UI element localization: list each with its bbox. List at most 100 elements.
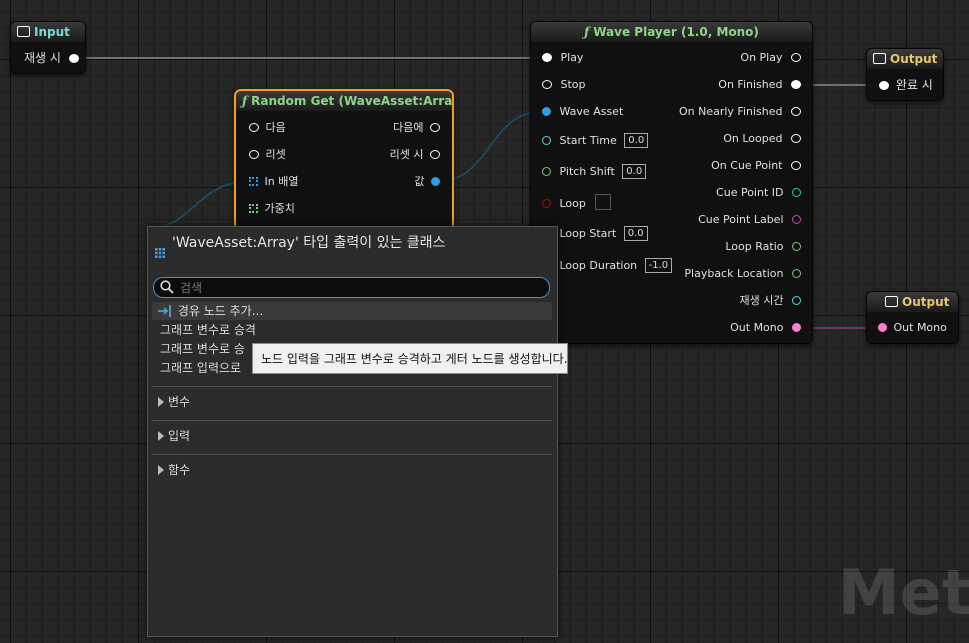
- wp-input-wave-asset[interactable]: Wave Asset: [542, 103, 623, 121]
- exec-pin-icon[interactable]: [68, 54, 79, 63]
- wp-input-pitch-shift[interactable]: Pitch Shift 0.0: [542, 163, 647, 181]
- exec-pin-icon[interactable]: [249, 150, 259, 159]
- bool-pin-icon[interactable]: [542, 199, 551, 208]
- random-get-pin-on-reset[interactable]: 리셋 시: [390, 146, 440, 164]
- float-pin-icon[interactable]: [792, 242, 801, 251]
- pin-label: 가중치: [264, 202, 295, 215]
- random-get-pin-reset[interactable]: 리셋: [249, 146, 286, 164]
- wp-input-play[interactable]: Play: [542, 49, 583, 67]
- output-node-finished[interactable]: Output 완료 시: [866, 48, 944, 101]
- time-pin-icon[interactable]: [792, 296, 801, 305]
- wp-input-loop[interactable]: Loop: [542, 194, 612, 212]
- wp-output-loop-ratio[interactable]: Loop Ratio: [725, 238, 801, 256]
- category-functions[interactable]: 함수: [152, 454, 552, 485]
- menu-item-promote-graph-variable[interactable]: 그래프 변수로 승격: [152, 321, 552, 339]
- loop-checkbox[interactable]: [595, 194, 612, 210]
- float-pin-icon[interactable]: [542, 167, 551, 176]
- output-node-out-mono[interactable]: Output Out Mono: [866, 291, 959, 344]
- output-node-pin[interactable]: 완료 시: [879, 76, 933, 94]
- pin-label: Cue Point Label: [698, 213, 784, 226]
- pin-label: Out Mono: [730, 321, 784, 334]
- menu-item-add-reroute[interactable]: 경유 노드 추가...: [152, 302, 552, 320]
- pin-label: Loop: [559, 197, 586, 210]
- float-pin-icon[interactable]: [792, 269, 801, 278]
- exec-pin-icon[interactable]: [430, 150, 440, 159]
- expand-arrow-icon[interactable]: [158, 431, 164, 441]
- category-variables[interactable]: 변수: [152, 386, 552, 417]
- int-pin-icon[interactable]: [792, 188, 801, 197]
- start-time-field[interactable]: 0.0: [624, 133, 649, 148]
- audio-pin-icon[interactable]: [878, 323, 887, 332]
- exec-pin-icon[interactable]: [879, 81, 889, 90]
- random-get-pin-value[interactable]: 값: [414, 173, 440, 191]
- context-menu[interactable]: 'WaveAsset:Array' 타입 출력이 있는 클래스 경유 노드 추가…: [147, 226, 558, 637]
- exec-pin-icon[interactable]: [791, 134, 801, 143]
- random-get-pin-on-next[interactable]: 다음에: [393, 119, 440, 137]
- wp-output-on-cue-point[interactable]: On Cue Point: [711, 157, 801, 175]
- exec-pin-icon[interactable]: [430, 123, 440, 132]
- random-get-pin-next[interactable]: 다음: [249, 119, 286, 137]
- input-node[interactable]: Input 재생 시: [10, 21, 86, 74]
- random-get-pin-weights[interactable]: 가중치: [249, 200, 295, 218]
- pin-label: On Play: [740, 51, 783, 64]
- wp-output-out-mono[interactable]: Out Mono: [730, 319, 801, 337]
- wp-input-loop-duration[interactable]: Loop Duration -1.0: [542, 257, 673, 275]
- wp-output-on-play[interactable]: On Play: [740, 49, 801, 67]
- random-get-header[interactable]: ƒ Random Get (WaveAsset:Array): [236, 91, 452, 111]
- pin-label: In 배열: [264, 175, 299, 188]
- string-pin-icon[interactable]: [792, 215, 801, 224]
- pin-label: On Nearly Finished: [678, 105, 783, 118]
- search-box[interactable]: [153, 277, 550, 298]
- expand-arrow-icon[interactable]: [158, 397, 164, 407]
- loop-start-field[interactable]: 0.0: [623, 226, 648, 241]
- exec-pin-icon[interactable]: [542, 53, 552, 62]
- wp-input-stop[interactable]: Stop: [542, 76, 586, 94]
- array-pin-icon[interactable]: [249, 177, 258, 186]
- context-menu-title: 'WaveAsset:Array' 타입 출력이 있는 클래스: [172, 235, 446, 251]
- random-get-node[interactable]: ƒ Random Get (WaveAsset:Array) 다음 리셋 In 배…: [234, 89, 454, 243]
- category-inputs[interactable]: 입력: [152, 420, 552, 451]
- input-pin-label: 재생 시: [24, 51, 61, 65]
- exec-pin-icon[interactable]: [542, 80, 552, 89]
- exec-pin-icon[interactable]: [249, 123, 259, 132]
- pin-label: 값: [414, 175, 425, 188]
- output-node-header[interactable]: Output: [867, 49, 943, 69]
- wp-output-on-finished[interactable]: On Finished: [718, 76, 801, 94]
- output-node-header[interactable]: Output: [867, 292, 958, 312]
- input-node-title: Input: [34, 25, 70, 39]
- wave-player-header[interactable]: ƒ Wave Player (1.0, Mono): [531, 22, 812, 42]
- loop-duration-field[interactable]: -1.0: [644, 258, 673, 273]
- exec-pin-icon[interactable]: [791, 53, 801, 62]
- wave-pin-icon[interactable]: [431, 177, 440, 186]
- category-label: 입력: [168, 429, 191, 443]
- wp-output-on-looped[interactable]: On Looped: [723, 130, 801, 148]
- pin-label: Loop Duration: [559, 259, 638, 272]
- exec-pin-icon[interactable]: [791, 107, 801, 116]
- array-pin-icon[interactable]: [249, 204, 258, 213]
- wp-output-play-time[interactable]: 재생 시간: [740, 292, 801, 310]
- exec-pin-icon[interactable]: [791, 80, 801, 89]
- wp-output-on-nearly-finished[interactable]: On Nearly Finished: [679, 103, 801, 121]
- search-input[interactable]: [180, 278, 540, 297]
- random-get-pin-in-array[interactable]: In 배열: [249, 173, 298, 191]
- wp-output-cue-point-label[interactable]: Cue Point Label: [698, 211, 801, 229]
- wave-player-node[interactable]: ƒ Wave Player (1.0, Mono) Play Stop Wave …: [530, 21, 813, 344]
- wp-output-playback-location[interactable]: Playback Location: [684, 265, 801, 283]
- wp-output-cue-point-id[interactable]: Cue Point ID: [716, 184, 801, 202]
- input-node-header[interactable]: Input: [11, 22, 85, 42]
- wp-input-start-time[interactable]: Start Time 0.0: [542, 132, 649, 150]
- time-pin-icon[interactable]: [542, 136, 551, 145]
- wave-pin-icon[interactable]: [542, 107, 551, 116]
- pin-label: On Looped: [723, 132, 783, 145]
- input-node-pin[interactable]: 재생 시: [24, 49, 79, 67]
- output-node-pin[interactable]: Out Mono: [878, 319, 947, 337]
- pitch-shift-field[interactable]: 0.0: [622, 164, 647, 179]
- exec-pin-icon[interactable]: [791, 161, 801, 170]
- grid-icon: [155, 248, 165, 258]
- search-icon: [160, 280, 174, 294]
- pin-label: 다음: [265, 121, 286, 134]
- audio-pin-icon[interactable]: [792, 323, 801, 332]
- function-icon: ƒ: [584, 25, 590, 39]
- expand-arrow-icon[interactable]: [158, 465, 164, 475]
- pin-label: Stop: [560, 78, 586, 91]
